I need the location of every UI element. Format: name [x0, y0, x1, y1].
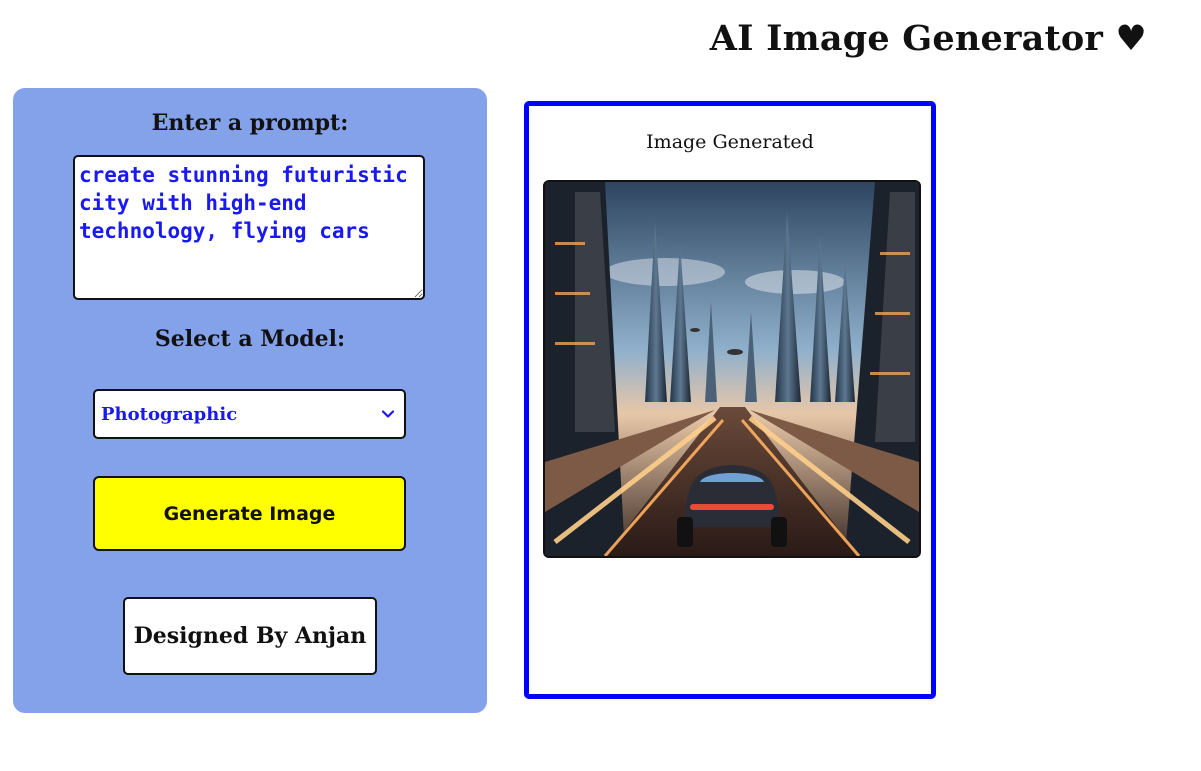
model-label: Select a Model:	[154, 326, 346, 352]
generate-image-button[interactable]: Generate Image	[93, 476, 406, 551]
model-select[interactable]: Photographic	[93, 389, 406, 439]
page-title: AI Image Generator ♥	[709, 18, 1147, 59]
chevron-down-icon	[380, 406, 396, 422]
generated-image	[543, 180, 921, 558]
output-panel: Image Generated	[524, 101, 936, 699]
prompt-label: Enter a prompt:	[151, 110, 349, 136]
prompt-form-panel: Enter a prompt: create stunning futurist…	[13, 88, 487, 713]
output-label: Image Generated	[646, 131, 814, 153]
model-select-value: Photographic	[101, 403, 238, 425]
prompt-input[interactable]: create stunning futuristic city with hig…	[73, 155, 425, 300]
designer-credit: Designed By Anjan	[123, 597, 377, 675]
